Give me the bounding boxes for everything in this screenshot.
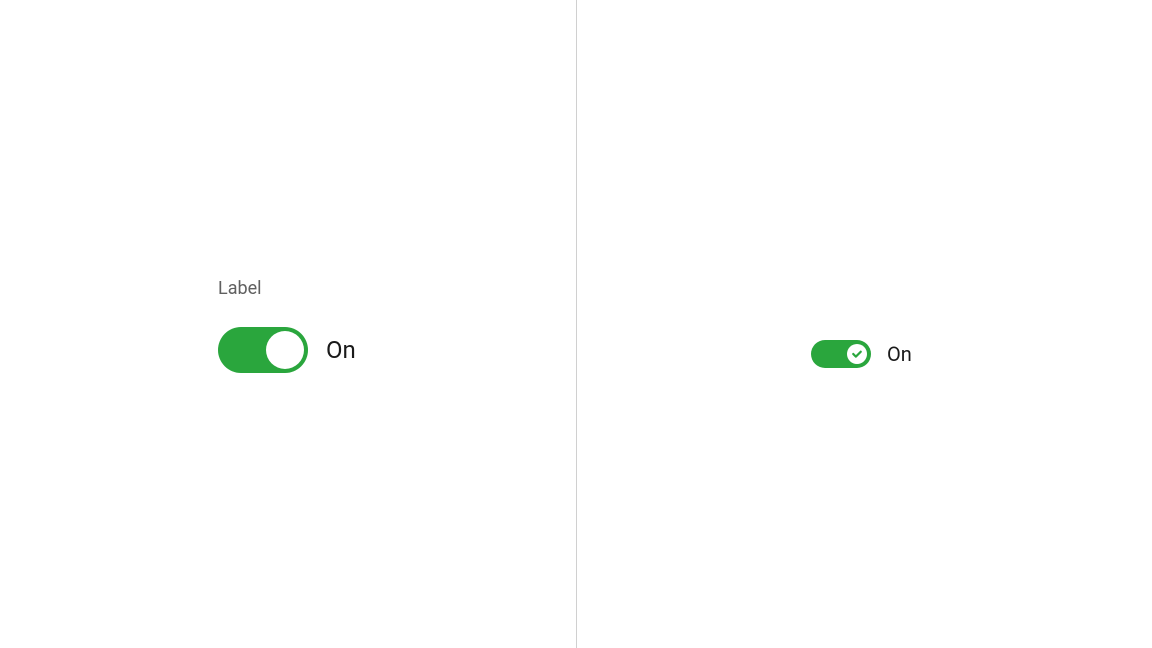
left-toggle-group: Label On: [218, 278, 356, 373]
toggle-thumb: [266, 331, 304, 369]
toggle-label: Label: [218, 278, 356, 299]
toggle-thumb-small: [847, 344, 867, 364]
check-icon: [851, 348, 863, 360]
toggle-switch-small[interactable]: [811, 340, 871, 368]
left-panel: Label On: [0, 0, 576, 648]
toggle-switch-large[interactable]: [218, 327, 308, 373]
toggle-state-text-small: On: [887, 342, 912, 366]
right-panel: On: [576, 0, 1152, 648]
toggle-state-text: On: [326, 336, 356, 364]
toggle-row: On: [218, 327, 356, 373]
right-toggle-group: On: [811, 340, 912, 368]
